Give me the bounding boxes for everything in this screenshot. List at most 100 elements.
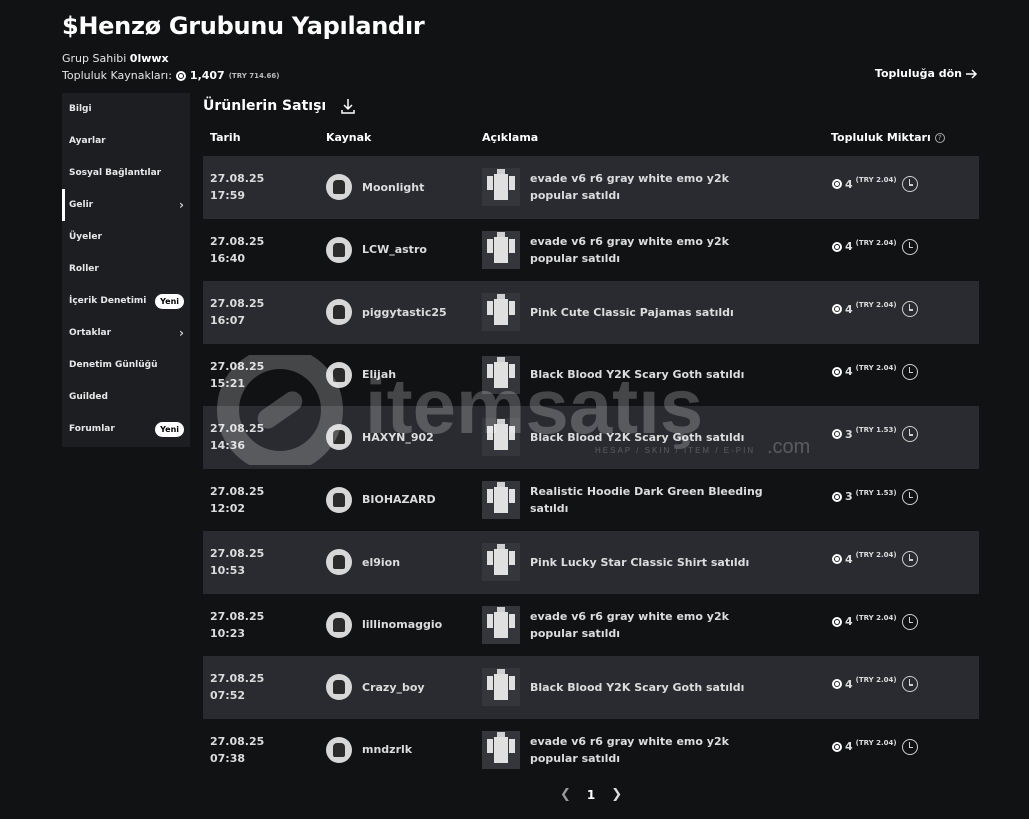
sidebar-item-label: Sosyal Bağlantılar (69, 168, 162, 178)
owner-name[interactable]: 0lwwx (130, 52, 169, 65)
avatar[interactable] (326, 549, 352, 575)
buyer-cell[interactable]: Crazy_boy (326, 674, 425, 700)
table-row: 27.08.25 07:52 Crazy_boy Black Blood Y2K S… (203, 656, 979, 719)
sidebar-item-label: Forumlar (69, 424, 115, 434)
buyer-name[interactable]: Crazy_boy (362, 681, 425, 694)
amount-try: (TRY 1.53) (855, 426, 897, 434)
item-description: Black Blood Y2K Scary Goth satıldı (530, 680, 745, 694)
avatar[interactable] (326, 486, 352, 513)
item-cell: Black Blood Y2K Scary Goth satıldı (482, 418, 780, 456)
page-title: $Henzø Grubunu Yapılandır (62, 12, 425, 40)
amount-value: 3 (845, 427, 853, 441)
buyer-name[interactable]: Elijah (362, 368, 396, 381)
clock-icon[interactable] (901, 176, 918, 192)
item-thumbnail[interactable] (482, 605, 520, 644)
table-row: 27.08.25 07:38 mndzrlk evade v6 r6 gray wh… (203, 719, 979, 782)
item-thumbnail[interactable] (482, 418, 520, 456)
item-cell: evade v6 r6 gray white emo y2k popular s… (482, 230, 780, 269)
robux-icon (832, 616, 842, 627)
sidebar-item[interactable]: Ortaklar › (62, 317, 190, 349)
clock-icon[interactable] (901, 363, 918, 380)
current-page[interactable]: 1 (587, 788, 595, 802)
item-thumbnail[interactable] (482, 480, 520, 519)
clock-icon[interactable] (901, 488, 918, 505)
new-badge: Yeni (155, 293, 184, 309)
buyer-cell[interactable]: LCW_astro (326, 236, 427, 263)
sidebar-item[interactable]: Bilgi (62, 93, 190, 125)
question-icon[interactable]: ? (934, 132, 945, 143)
sidebar-item[interactable]: Gelir › (62, 189, 190, 221)
prev-page-icon[interactable]: ❮ (560, 787, 571, 802)
table-row: 27.08.25 10:53 el9ion Pink Lucky Star Clas… (203, 531, 979, 594)
buyer-cell[interactable]: el9ion (326, 549, 400, 575)
amount-value: 4 (845, 240, 853, 253)
item-thumbnail[interactable] (482, 543, 520, 581)
buyer-name[interactable]: lillinomaggio (362, 618, 442, 631)
item-thumbnail[interactable] (482, 668, 520, 706)
sales-table-body: 27.08.25 17:59 Moonlight evade v6 r6 gray … (203, 156, 979, 781)
next-page-icon[interactable]: ❯ (611, 787, 622, 802)
robux-icon (832, 554, 842, 564)
buyer-name[interactable]: BIOHAZARD (362, 493, 436, 506)
owner-label: Grup Sahibi (62, 52, 127, 65)
item-thumbnail[interactable] (482, 730, 520, 769)
robux-icon (832, 366, 842, 377)
avatar[interactable] (326, 174, 352, 200)
buyer-cell[interactable]: BIOHAZARD (326, 486, 436, 513)
sidebar-item[interactable]: Üyeler (62, 221, 190, 253)
amount-cell: 4 (TRY 2.04) (832, 238, 918, 255)
avatar[interactable] (326, 361, 352, 388)
sidebar-item-label: Gelir (69, 200, 94, 210)
buyer-name[interactable]: mndzrlk (362, 743, 412, 756)
download-icon[interactable] (340, 98, 356, 114)
buyer-name[interactable]: piggytastic25 (362, 306, 447, 319)
item-thumbnail[interactable] (482, 293, 520, 331)
clock-icon[interactable] (901, 676, 918, 692)
sidebar-item[interactable]: Sosyal Bağlantılar (62, 157, 190, 189)
back-to-community-link[interactable]: Topluluğa dön (875, 67, 978, 80)
clock-icon[interactable] (901, 238, 918, 255)
buyer-name[interactable]: LCW_astro (362, 243, 427, 256)
item-thumbnail[interactable] (482, 355, 520, 394)
amount-cell: 4 (TRY 2.04) (832, 551, 918, 567)
avatar[interactable] (326, 611, 352, 638)
item-thumbnail[interactable] (482, 230, 520, 269)
buyer-cell[interactable]: mndzrlk (326, 736, 412, 763)
avatar[interactable] (326, 674, 352, 700)
sidebar-item[interactable]: İçerik Denetimi Yeni (62, 285, 190, 317)
clock-icon[interactable] (901, 426, 918, 442)
buyer-name[interactable]: el9ion (362, 556, 400, 569)
sidebar-item[interactable]: Denetim Günlüğü (62, 349, 190, 381)
amount-value: 3 (845, 490, 853, 503)
clock-icon[interactable] (901, 738, 918, 755)
avatar[interactable] (326, 736, 352, 763)
column-header-source: Kaynak (326, 131, 372, 144)
buyer-cell[interactable]: lillinomaggio (326, 611, 442, 638)
sidebar-item[interactable]: Ayarlar (62, 125, 190, 157)
sidebar-item[interactable]: Roller (62, 253, 190, 285)
table-row: 27.08.25 17:59 Moonlight evade v6 r6 gray … (203, 156, 979, 219)
buyer-cell[interactable]: Elijah (326, 361, 396, 388)
item-cell: Realistic Hoodie Dark Green Bleeding sat… (482, 480, 780, 519)
avatar[interactable] (326, 424, 352, 450)
buyer-name[interactable]: Moonlight (362, 181, 424, 194)
buyer-name[interactable]: HAXYN_902 (362, 431, 434, 444)
community-funds-line: Topluluk Kaynakları: 1,407 (TRY 714.66) (62, 69, 279, 82)
sidebar-item[interactable]: Forumlar Yeni (62, 413, 190, 445)
robux-icon (832, 679, 842, 689)
avatar[interactable] (326, 299, 352, 325)
buyer-cell[interactable]: HAXYN_902 (326, 424, 434, 450)
clock-icon[interactable] (901, 551, 918, 567)
item-thumbnail[interactable] (482, 168, 520, 206)
amount-try: (TRY 2.04) (855, 301, 897, 309)
avatar[interactable] (326, 236, 352, 263)
buyer-cell[interactable]: Moonlight (326, 174, 424, 200)
clock-icon[interactable] (901, 301, 918, 317)
robux-icon (832, 304, 842, 314)
sale-date: 27.08.25 07:38 (210, 734, 265, 765)
buyer-cell[interactable]: piggytastic25 (326, 299, 447, 325)
item-description: Black Blood Y2K Scary Goth satıldı (530, 430, 745, 444)
sidebar-item-label: Ayarlar (69, 136, 106, 146)
sidebar-item[interactable]: Guilded (62, 381, 190, 413)
clock-icon[interactable] (901, 613, 918, 630)
